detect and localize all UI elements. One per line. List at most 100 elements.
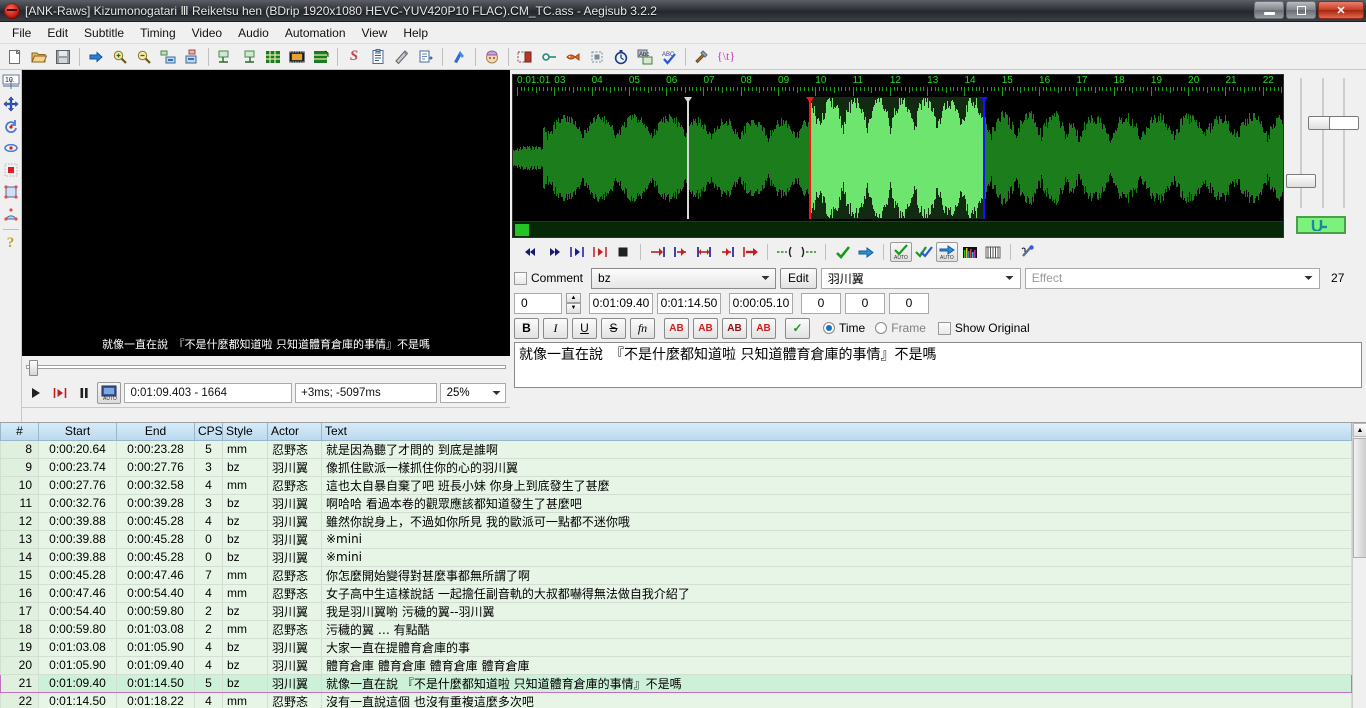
table-row[interactable]: 15 0:00:45.28 0:00:47.46 7 mm 忍野忞 你怎麼開始變得對甚麼事都… [0, 565, 1352, 585]
audio-horizontal-zoom-slider[interactable] [1286, 78, 1316, 208]
play-after-selection-icon[interactable] [589, 242, 611, 262]
open-subtitles-icon[interactable] [27, 46, 51, 68]
karaoke-mode-toggle[interactable] [1017, 242, 1039, 262]
stop-icon[interactable] [585, 46, 609, 68]
kanji-timer-icon[interactable] [447, 46, 471, 68]
menu-help[interactable]: Help [395, 23, 436, 43]
layer-field[interactable]: 0 [514, 292, 562, 314]
rotate-z-icon[interactable] [1, 116, 21, 136]
lead-in-icon[interactable] [774, 242, 796, 262]
spectrum-mode-toggle[interactable] [959, 242, 981, 262]
lead-out-icon[interactable] [797, 242, 819, 262]
audio-timeline-ruler[interactable]: 0:01:01 03 04 05 06 07 08 09 10 11 12 13 14 15 16 17 18 1… [513, 75, 1283, 97]
commit-button[interactable]: ✓ [785, 317, 810, 339]
standard-mode-icon[interactable]: 10. [1, 72, 21, 92]
save-subtitles-icon[interactable] [51, 46, 75, 68]
video-seek-track[interactable] [26, 360, 506, 376]
column-header-style[interactable]: Style [222, 423, 268, 441]
column-header-end[interactable]: End [116, 423, 195, 441]
column-header-start[interactable]: Start [38, 423, 117, 441]
time-radio[interactable] [823, 322, 835, 334]
underline-button[interactable]: U [572, 317, 597, 339]
audio-selection-start-marker[interactable] [806, 97, 814, 219]
audio-waveform-display[interactable]: 0:01:01 03 04 05 06 07 08 09 10 11 12 13 14 15 16 17 18 1… [512, 74, 1284, 238]
audio-scroll-thumb[interactable] [515, 224, 529, 236]
video-seek-slider[interactable] [22, 356, 510, 378]
minimize-button[interactable] [1254, 1, 1284, 19]
subtitle-grid[interactable]: # Start End CPS Style Actor Text 8 0:00:2… [0, 422, 1366, 708]
video-autoscroll-button[interactable]: AUTO [96, 381, 122, 404]
video-seek-thumb[interactable] [29, 360, 38, 376]
video-display[interactable]: 就像一直在說 『不是什麼都知道啦 只知道體育倉庫的事情』不是嗎 [22, 70, 510, 356]
menu-video[interactable]: Video [184, 23, 230, 43]
play-previous-line-icon[interactable] [520, 242, 542, 262]
menu-view[interactable]: View [354, 23, 396, 43]
audio-selection-end-marker[interactable] [980, 97, 988, 219]
zoom-in-icon[interactable] [108, 46, 132, 68]
video-pause-button[interactable] [73, 382, 94, 404]
attachments-icon[interactable] [285, 46, 309, 68]
resample-icon[interactable] [390, 46, 414, 68]
audio-waveform-canvas[interactable] [513, 97, 1283, 219]
vector-clip-icon[interactable] [1, 204, 21, 224]
menu-subtitle[interactable]: Subtitle [76, 23, 132, 43]
spell-checker-icon[interactable] [561, 46, 585, 68]
table-row[interactable]: 19 0:01:03.08 0:01:05.90 4 bz 羽川翼 大家一直在提體育倉庫的事 [0, 637, 1352, 657]
video-zoom-select[interactable]: 25% [439, 382, 507, 403]
audio-scroll-strip[interactable] [513, 221, 1283, 237]
actor-select[interactable]: 羽川翼 [820, 267, 1021, 289]
outline-color-button[interactable]: AB [722, 317, 747, 339]
shift-end-right-icon[interactable] [739, 242, 761, 262]
primary-color-button[interactable]: AB [664, 317, 689, 339]
clip-icon[interactable] [1, 182, 21, 202]
audio-volume-slider[interactable] [1329, 78, 1359, 208]
rotate-xy-icon[interactable] [1, 138, 21, 158]
table-row[interactable]: 20 0:01:05.90 0:01:09.40 4 bz 羽川翼 體育倉庫 體育倉庫 體育… [0, 655, 1352, 675]
snap-start-to-video-icon[interactable] [213, 46, 237, 68]
drag-subtitles-icon[interactable] [1, 94, 21, 114]
play-next-line-icon[interactable] [543, 242, 565, 262]
frame-radio[interactable] [875, 322, 888, 334]
spinner-down-icon[interactable]: ▼ [566, 303, 581, 314]
shift-times-alt-icon[interactable] [180, 46, 204, 68]
margin-right-field[interactable]: 0 [845, 292, 885, 314]
auto-scroll-toggle[interactable]: AUTO [936, 242, 958, 262]
jump-to-icon[interactable] [84, 46, 108, 68]
maximize-button[interactable] [1286, 1, 1316, 19]
italic-button[interactable]: I [543, 317, 568, 339]
shadow-color-button[interactable]: AB [751, 317, 776, 339]
help-icon[interactable]: ? [1, 233, 21, 253]
waveform-mode-toggle[interactable] [982, 242, 1004, 262]
column-header-number[interactable]: # [0, 423, 39, 441]
strikeout-button[interactable]: S [601, 317, 626, 339]
menu-timing[interactable]: Timing [132, 23, 184, 43]
table-row[interactable]: 22 0:01:14.50 0:01:18.22 4 mm 忍野忞 沒有一直說這個 也沒有重… [0, 691, 1352, 708]
menu-automation[interactable]: Automation [277, 23, 354, 43]
video-play-line-button[interactable] [50, 382, 71, 404]
audio-vertical-zoom-slider[interactable] [1308, 78, 1338, 208]
shift-times-icon[interactable] [156, 46, 180, 68]
slider-thumb[interactable] [1286, 174, 1316, 188]
layer-spinner[interactable]: ▲ ▼ [566, 292, 581, 314]
options-icon[interactable] [690, 46, 714, 68]
column-header-text[interactable]: Text [321, 423, 1352, 441]
spinner-up-icon[interactable]: ▲ [566, 292, 581, 303]
margin-left-field[interactable]: 0 [801, 292, 841, 314]
shift-end-left-icon[interactable] [716, 242, 738, 262]
auto-next-toggle[interactable] [913, 242, 935, 262]
column-header-cps[interactable]: CPS [194, 423, 223, 441]
fonts-collector-icon[interactable] [480, 46, 504, 68]
table-row[interactable]: 14 0:00:39.88 0:00:45.28 0 bz 羽川翼 ※mini [0, 547, 1352, 567]
edit-style-button[interactable]: Edit [780, 267, 817, 289]
style-select[interactable]: bz [591, 267, 777, 289]
timing-postprocessor-icon[interactable] [414, 46, 438, 68]
menu-file[interactable]: File [4, 23, 39, 43]
styles-manager-icon[interactable] [261, 46, 285, 68]
table-row[interactable]: 13 0:00:39.88 0:00:45.28 0 bz 羽川翼 ※mini [0, 529, 1352, 549]
scroll-up-button[interactable]: ▲ [1353, 423, 1366, 437]
shift-start-left-icon[interactable] [647, 242, 669, 262]
link-volume-zoom-button[interactable] [1296, 216, 1346, 234]
check-spelling-icon[interactable]: ABC [657, 46, 681, 68]
grid-scrollbar[interactable]: ▲ ▼ [1352, 423, 1366, 708]
tag-icon[interactable]: {\t} [714, 46, 738, 68]
